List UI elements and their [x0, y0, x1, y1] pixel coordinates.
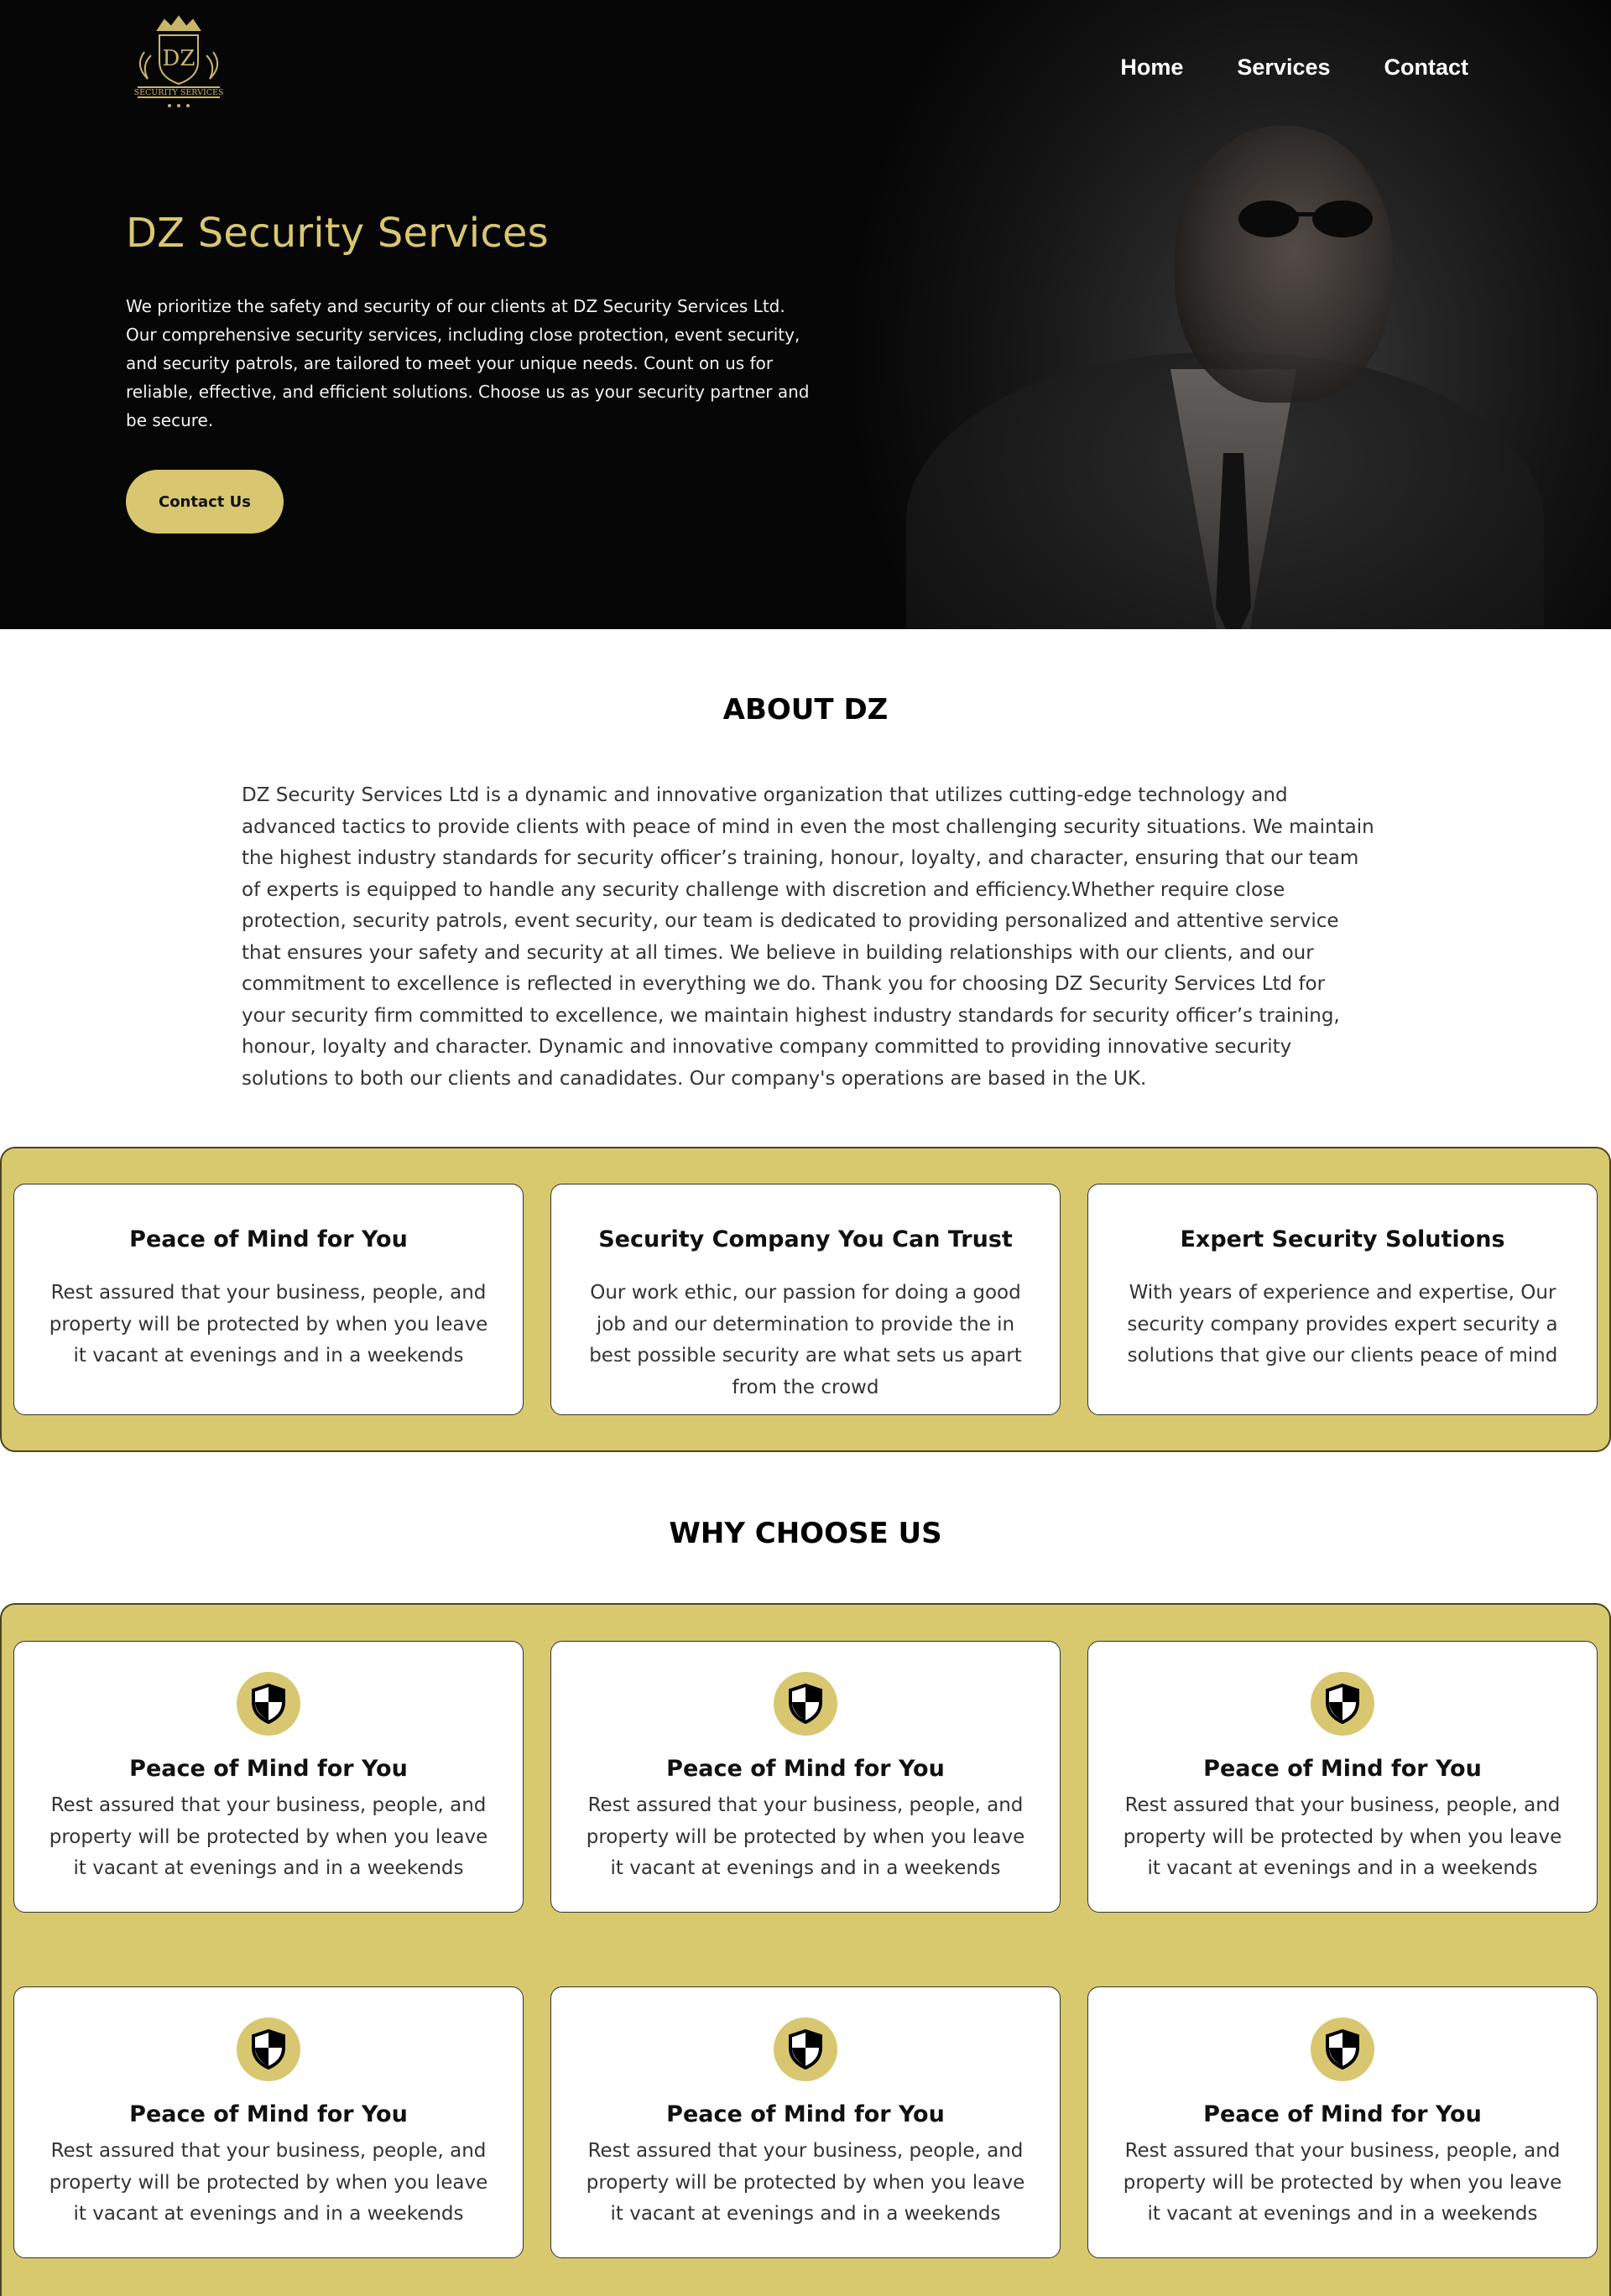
why-item-title: Peace of Mind for You	[129, 1756, 408, 1782]
why-item-text: Rest assured that your business, people,…	[586, 2140, 1025, 2225]
feature-card: Expert Security Solutions With years of …	[1087, 1184, 1598, 1415]
hero-section: DZ SECURITY SERVICES Home Services Conta…	[0, 0, 1611, 629]
svg-text:SECURITY SERVICES: SECURITY SERVICES	[134, 88, 224, 97]
shield-icon-badge	[1311, 2017, 1374, 2081]
shield-icon-badge	[1311, 1672, 1374, 1736]
nav-home[interactable]: Home	[1120, 54, 1183, 81]
shield-icon	[252, 1684, 285, 1724]
shield-icon-badge	[237, 1672, 300, 1736]
why-item-title: Peace of Mind for You	[1203, 2101, 1482, 2127]
dz-logo[interactable]: DZ SECURITY SERVICES	[126, 15, 232, 119]
about-description: DZ Security Services Ltd is a dynamic an…	[242, 784, 1374, 1090]
shield-icon	[252, 2029, 285, 2070]
feature-card: Security Company You Can Trust Our work …	[550, 1184, 1061, 1415]
why-card: Peace of Mind for You Rest assured that …	[550, 1641, 1061, 1913]
feature-text: Our work ethic, our passion for doing a …	[589, 1282, 1022, 1398]
svg-text:DZ: DZ	[163, 46, 196, 71]
feature-title: Expert Security Solutions	[1180, 1226, 1505, 1252]
nav-services[interactable]: Services	[1237, 54, 1330, 81]
why-choose-us-title: WHY CHOOSE US	[669, 1517, 942, 1550]
feature-title: Peace of Mind for You	[129, 1226, 408, 1252]
feature-title: Security Company You Can Trust	[598, 1226, 1013, 1252]
why-card: Peace of Mind for You Rest assured that …	[1087, 1641, 1598, 1913]
shield-icon	[1326, 2029, 1359, 2070]
hero-title: DZ Security Services	[126, 210, 549, 257]
why-item-title: Peace of Mind for You	[1203, 1756, 1482, 1782]
shield-icon-badge	[774, 1672, 837, 1736]
shield-icon	[1326, 1684, 1359, 1724]
why-item-text: Rest assured that your business, people,…	[49, 2140, 488, 2225]
why-item-text: Rest assured that your business, people,…	[586, 1794, 1025, 1879]
why-card: Peace of Mind for You Rest assured that …	[13, 1641, 524, 1913]
hero-person-head	[1175, 126, 1393, 403]
feature-card: Peace of Mind for You Rest assured that …	[13, 1184, 524, 1415]
nav-contact[interactable]: Contact	[1384, 54, 1469, 81]
why-item-title: Peace of Mind for You	[666, 2101, 945, 2127]
shield-icon-badge	[237, 2017, 300, 2081]
why-item-title: Peace of Mind for You	[666, 1756, 945, 1782]
shield-icon	[789, 1684, 822, 1724]
why-item-text: Rest assured that your business, people,…	[49, 1794, 488, 1879]
sunglasses-icon	[1238, 200, 1373, 237]
why-item-text: Rest assured that your business, people,…	[1123, 1794, 1562, 1879]
shield-icon	[789, 2029, 822, 2070]
shield-icon-badge	[774, 2017, 837, 2081]
why-card: Peace of Mind for You Rest assured that …	[550, 1986, 1061, 2258]
why-item-title: Peace of Mind for You	[129, 2101, 408, 2127]
feature-text: With years of experience and expertise, …	[1127, 1282, 1558, 1367]
contact-us-button[interactable]: Contact Us	[126, 470, 284, 534]
hero-description: We prioritize the safety and security of…	[126, 296, 810, 430]
about-title: ABOUT DZ	[722, 693, 889, 726]
why-card: Peace of Mind for You Rest assured that …	[13, 1986, 524, 2258]
main-nav: Home Services Contact	[1120, 54, 1468, 81]
feature-text: Rest assured that your business, people,…	[49, 1282, 488, 1367]
why-item-text: Rest assured that your business, people,…	[1123, 2140, 1562, 2225]
why-card: Peace of Mind for You Rest assured that …	[1087, 1986, 1598, 2258]
